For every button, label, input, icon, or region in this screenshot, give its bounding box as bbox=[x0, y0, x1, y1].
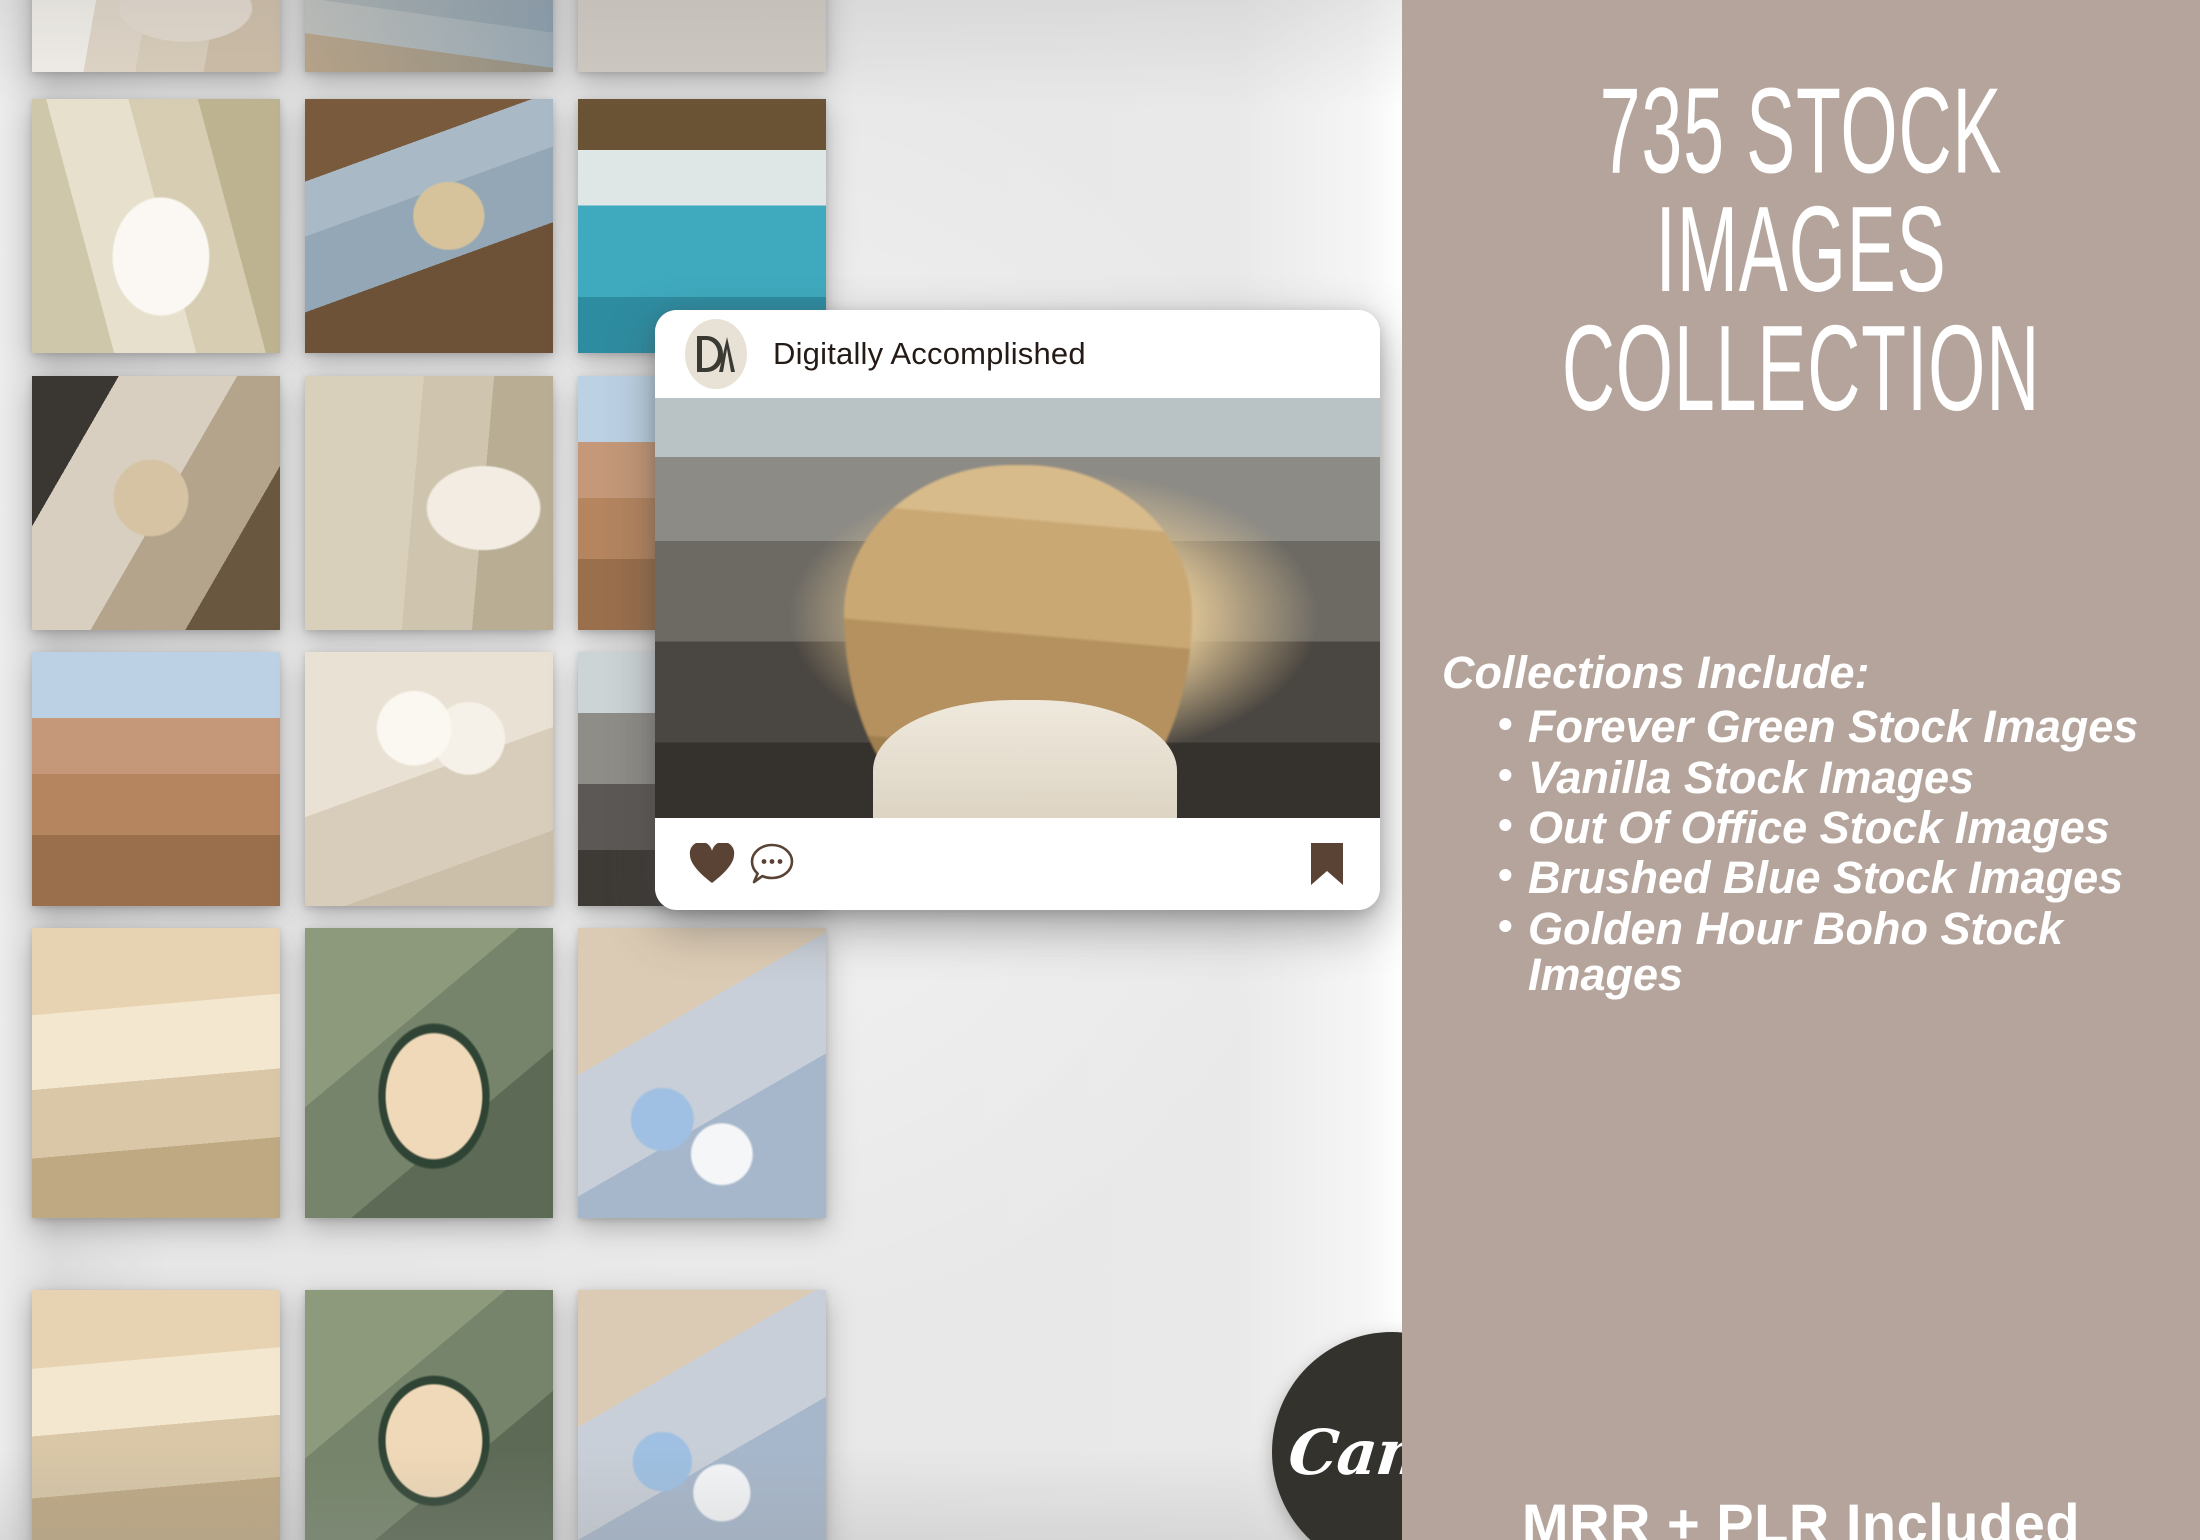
collage-tile[interactable] bbox=[32, 652, 280, 906]
collage-tile[interactable] bbox=[305, 376, 553, 630]
list-item: Vanilla Stock Images bbox=[1498, 753, 2178, 801]
photo-beach-daybed bbox=[305, 0, 553, 72]
account-name: Digitally Accomplished bbox=[773, 336, 1086, 371]
list-item: Out Of Office Stock Images bbox=[1498, 803, 2178, 851]
title-line-1: 735 STOCK bbox=[1599, 64, 2003, 199]
photo-linen-suit bbox=[305, 376, 553, 630]
like-button[interactable] bbox=[689, 843, 735, 885]
title-line-3: COLLECTION bbox=[1561, 302, 2041, 437]
collage-tile[interactable] bbox=[305, 1290, 553, 1540]
post-header: Digitally Accomplished bbox=[655, 310, 1380, 398]
bookmark-button[interactable] bbox=[1308, 841, 1346, 887]
post-action-bar bbox=[655, 818, 1380, 910]
page-title: 735 STOCK IMAGES COLLECTION bbox=[1482, 64, 2120, 437]
photo-knit-outfit bbox=[32, 0, 280, 72]
photo-wildflowers bbox=[578, 928, 826, 1218]
photo-white-dress bbox=[32, 99, 280, 353]
photo-ocean-surf bbox=[32, 928, 280, 1218]
photo-wine-glass bbox=[578, 0, 826, 72]
collage-tile[interactable] bbox=[305, 652, 553, 906]
photo-detail-coat bbox=[872, 700, 1177, 818]
photo-archway bbox=[305, 1290, 553, 1540]
collage-tile[interactable] bbox=[305, 99, 553, 353]
info-panel: 735 STOCK IMAGES COLLECTION Collections … bbox=[1402, 0, 2200, 1540]
title-line-2: IMAGES bbox=[1655, 183, 1947, 318]
collage-tile[interactable] bbox=[32, 376, 280, 630]
collage-tile[interactable] bbox=[578, 1290, 826, 1540]
collage-tile[interactable] bbox=[32, 0, 280, 72]
collage-tile[interactable] bbox=[32, 99, 280, 353]
list-item: Forever Green Stock Images bbox=[1498, 702, 2178, 750]
photo-kitchen bbox=[32, 376, 280, 630]
collage-tile[interactable] bbox=[578, 928, 826, 1218]
collage-tile[interactable] bbox=[578, 0, 826, 72]
photo-arch-palms bbox=[305, 928, 553, 1218]
collections-list: Forever Green Stock Images Vanilla Stock… bbox=[1442, 702, 2178, 999]
instagram-post-card[interactable]: Digitally Accomplished bbox=[655, 310, 1380, 910]
collections-heading: Collections Include: bbox=[1442, 647, 1870, 698]
photo-beach-dress bbox=[32, 1290, 280, 1540]
collage-tile[interactable] bbox=[32, 928, 280, 1218]
photo-woman-dog bbox=[305, 99, 553, 353]
photo-rooftops bbox=[32, 652, 280, 906]
photo-blue-flowers bbox=[578, 1290, 826, 1540]
photo-roses-pearls bbox=[305, 652, 553, 906]
list-item: Golden Hour Boho Stock Images bbox=[1498, 904, 2178, 999]
collections-block: Collections Include: Forever Green Stock… bbox=[1442, 647, 2178, 1002]
post-photo[interactable] bbox=[655, 398, 1380, 818]
footer-note: MRR + PLR Included bbox=[1521, 1492, 2081, 1540]
collage-tile[interactable] bbox=[32, 1290, 280, 1540]
collage-tile[interactable] bbox=[305, 928, 553, 1218]
collage-tile[interactable] bbox=[305, 0, 553, 72]
list-item: Brushed Blue Stock Images bbox=[1498, 853, 2178, 901]
comment-button[interactable] bbox=[749, 842, 795, 886]
avatar[interactable] bbox=[685, 319, 747, 389]
